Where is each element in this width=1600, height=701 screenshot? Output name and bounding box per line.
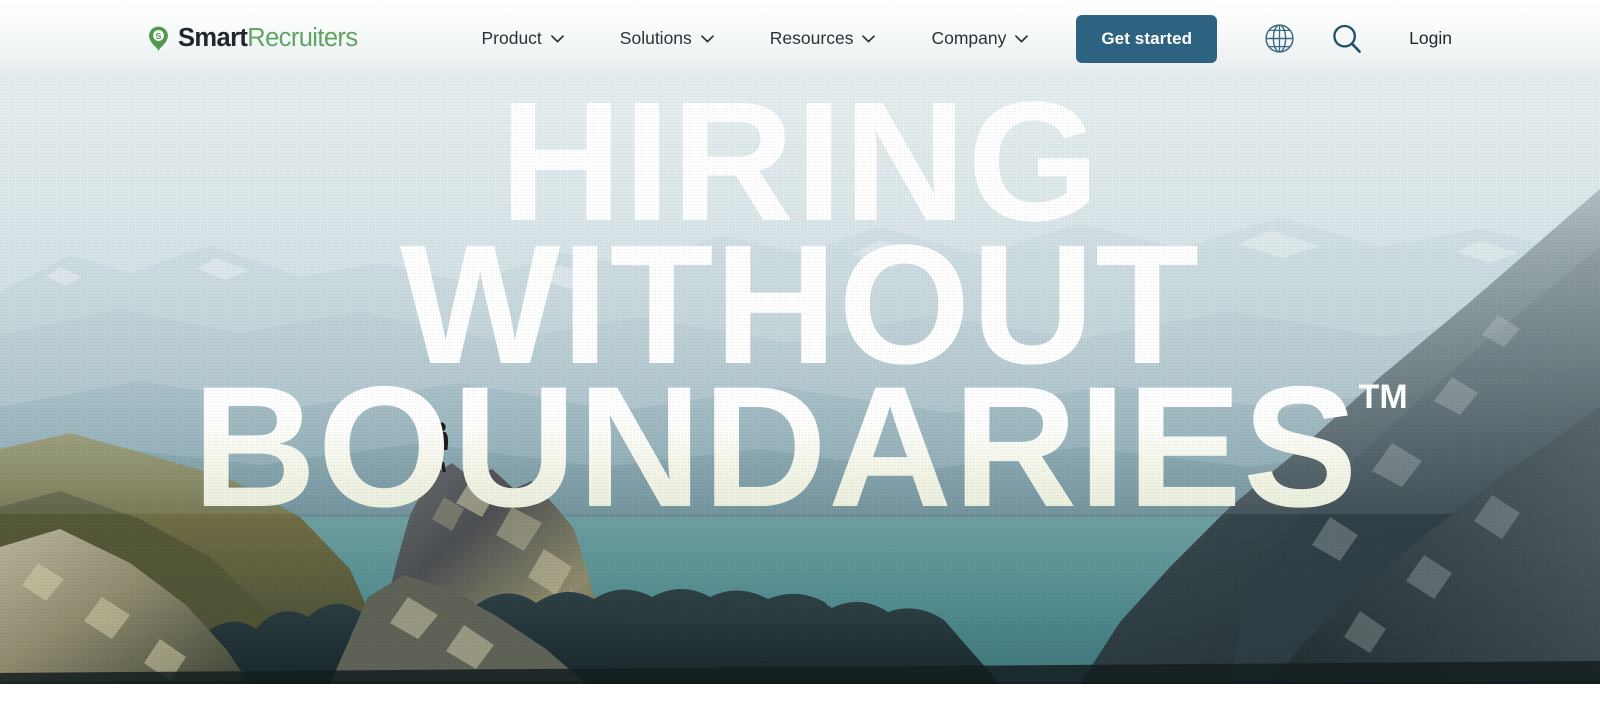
search-icon[interactable] xyxy=(1319,15,1375,63)
chevron-down-icon xyxy=(700,34,714,43)
nav-item-label: Resources xyxy=(769,28,854,48)
get-started-button[interactable]: Get started xyxy=(1076,14,1218,63)
page-bottom-spacer xyxy=(0,684,1600,701)
primary-navigation: Product Solutions Resources Company xyxy=(453,0,1056,77)
brand-wordmark: SmartRecruiters xyxy=(178,23,358,52)
globe-icon[interactable] xyxy=(1251,15,1307,63)
svg-text:S: S xyxy=(156,31,162,41)
nav-item-label: Solutions xyxy=(619,28,692,48)
location-pin-s-icon: S xyxy=(148,26,169,51)
nav-item-company[interactable]: Company xyxy=(903,0,1056,77)
chevron-down-icon xyxy=(1015,34,1029,43)
nav-item-resources[interactable]: Resources xyxy=(742,0,904,77)
nav-item-product[interactable]: Product xyxy=(453,0,591,77)
nav-item-label: Product xyxy=(481,28,542,48)
chevron-down-icon xyxy=(862,34,876,43)
brand-logo[interactable]: S SmartRecruiters xyxy=(148,23,358,52)
site-header: S SmartRecruiters Product Solutions Reso… xyxy=(0,0,1600,77)
brand-name-secondary: Recruiters xyxy=(247,23,358,52)
brand-name-primary: Smart xyxy=(178,23,248,52)
hero-banner: HIRING WITHOUT BOUNDARIES TM xyxy=(0,77,1600,684)
chevron-down-icon xyxy=(550,34,564,43)
nav-item-solutions[interactable]: Solutions xyxy=(592,0,742,77)
hero-background-image xyxy=(0,77,1600,684)
nav-item-label: Company xyxy=(931,28,1007,48)
header-actions: Get started Login xyxy=(1076,14,1452,63)
login-link[interactable]: Login xyxy=(1409,28,1452,49)
